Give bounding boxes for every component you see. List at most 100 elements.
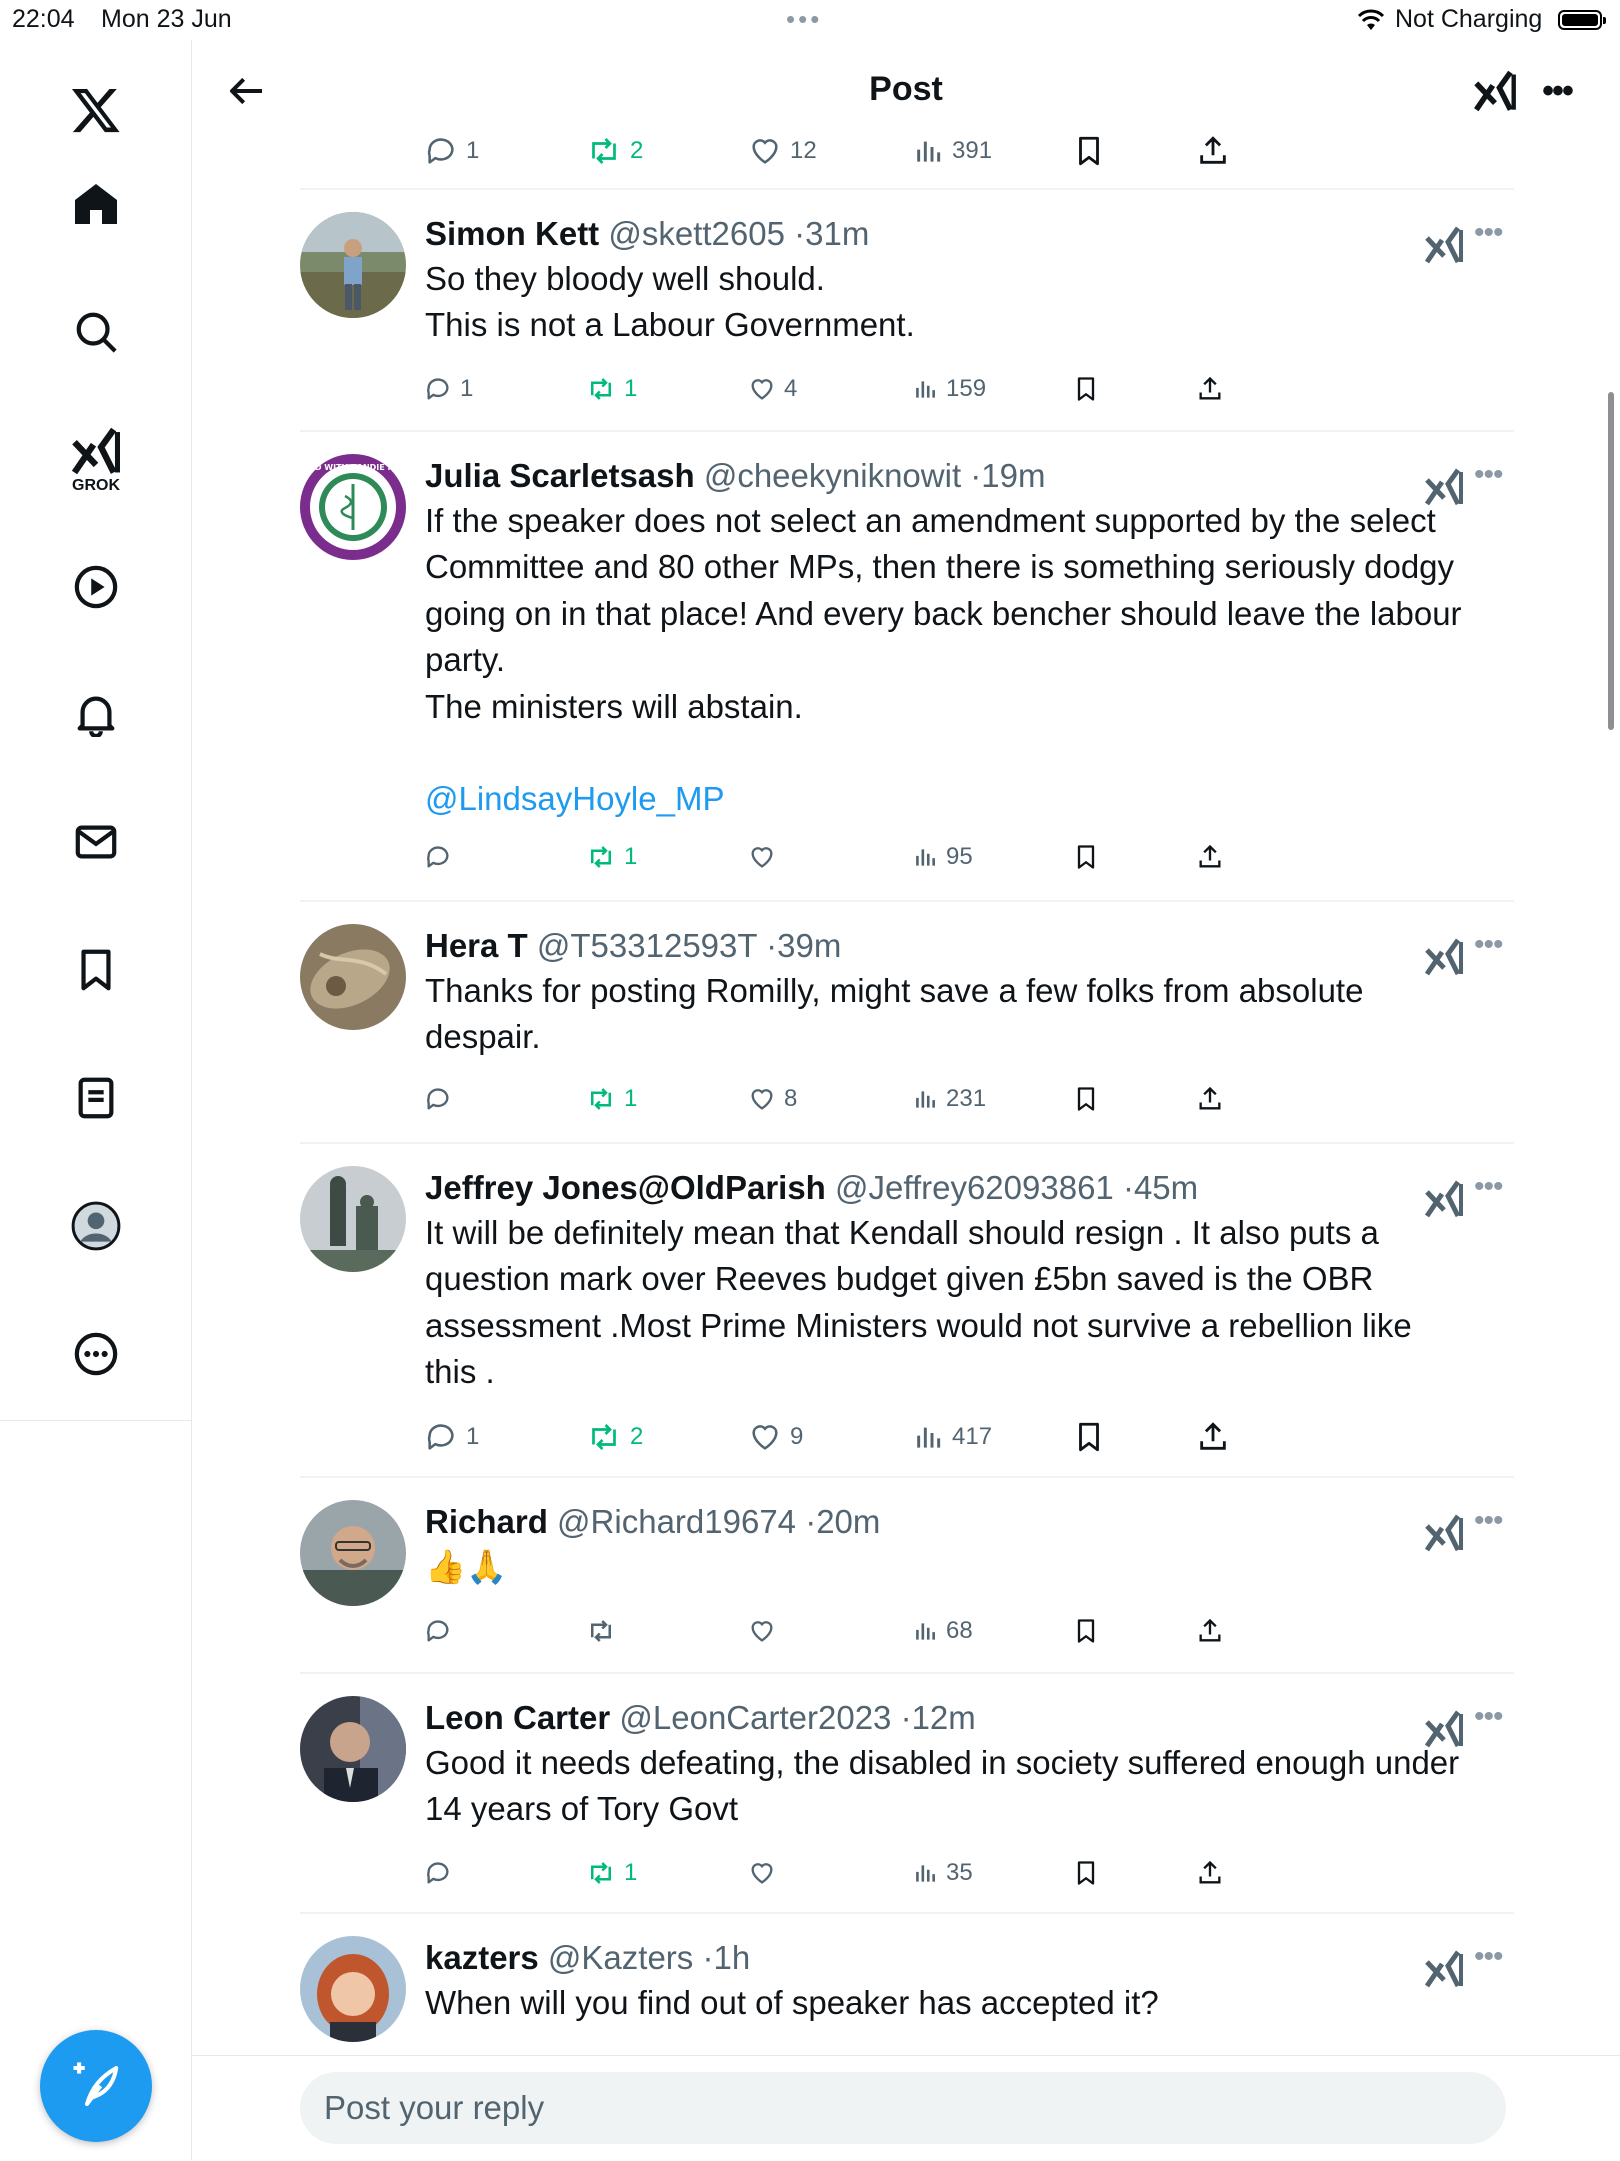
display-name[interactable]: Richard bbox=[425, 1503, 548, 1540]
compose-feather-icon bbox=[73, 2062, 119, 2107]
bookmark-button[interactable] bbox=[1072, 126, 1106, 176]
bookmark-button[interactable] bbox=[1072, 1074, 1100, 1124]
share-button[interactable] bbox=[1196, 364, 1224, 414]
views-button[interactable]: 35 bbox=[912, 1848, 973, 1898]
mention-link[interactable]: @LindsayHoyle_MP bbox=[425, 776, 1505, 822]
avatar[interactable] bbox=[300, 924, 406, 1030]
text-line: Committee and 80 other MPs, then there i… bbox=[425, 548, 1455, 586]
reply-button[interactable] bbox=[424, 832, 460, 882]
more-icon[interactable]: ••• bbox=[1474, 458, 1503, 492]
view-count: 391 bbox=[952, 137, 993, 164]
bookmarks-icon[interactable] bbox=[56, 930, 136, 1010]
display-name[interactable]: Leon Carter bbox=[425, 1699, 610, 1736]
user-handle[interactable]: @Kazters bbox=[548, 1939, 693, 1976]
reply-button[interactable] bbox=[424, 1606, 460, 1656]
bookmark-button[interactable] bbox=[1072, 832, 1100, 882]
like-button[interactable]: 8 bbox=[748, 1074, 797, 1124]
sidebar-divider bbox=[0, 1420, 192, 1421]
share-upload-icon bbox=[1200, 136, 1226, 164]
header-grok-button[interactable] bbox=[1470, 66, 1520, 116]
display-name[interactable]: Jeffrey Jones@OldParish bbox=[425, 1169, 826, 1206]
share-button[interactable] bbox=[1196, 832, 1224, 882]
view-count: 95 bbox=[946, 843, 973, 870]
like-button[interactable] bbox=[748, 832, 784, 882]
repost-button[interactable]: 2 bbox=[586, 126, 643, 176]
views-button[interactable]: 68 bbox=[912, 1606, 973, 1656]
multitasking-dots-icon[interactable]: ••• bbox=[786, 6, 822, 32]
user-handle[interactable]: @Richard19674 bbox=[557, 1503, 796, 1540]
display-name[interactable]: Hera T bbox=[425, 927, 528, 964]
more-icon[interactable]: ••• bbox=[1474, 1170, 1503, 1204]
reply-input[interactable] bbox=[300, 2072, 1506, 2144]
like-button[interactable]: 9 bbox=[748, 1412, 803, 1462]
avatar[interactable]: I STAND WITH SANDIE PEGGIE bbox=[300, 454, 406, 560]
display-name[interactable]: kazters bbox=[425, 1939, 539, 1976]
share-button[interactable] bbox=[1196, 1848, 1224, 1898]
text-line: Good it needs defeating, the disabled in… bbox=[425, 1744, 1460, 1781]
reply-button[interactable]: 1 bbox=[424, 364, 473, 414]
post-time: 20m bbox=[816, 1503, 881, 1540]
scrollbar[interactable] bbox=[1608, 392, 1614, 730]
views-button[interactable]: 159 bbox=[912, 364, 986, 414]
views-button[interactable]: 391 bbox=[912, 126, 992, 176]
grok-nav-item[interactable]: GROK bbox=[56, 416, 136, 506]
user-handle[interactable]: @LeonCarter2023 bbox=[619, 1699, 891, 1736]
reply-button[interactable]: 1 bbox=[424, 126, 479, 176]
views-button[interactable]: 417 bbox=[912, 1412, 992, 1462]
video-play-icon[interactable] bbox=[56, 547, 136, 627]
repost-button[interactable] bbox=[586, 1606, 624, 1656]
like-button[interactable] bbox=[748, 1606, 784, 1656]
share-button[interactable] bbox=[1196, 1412, 1230, 1462]
more-icon[interactable]: ••• bbox=[1474, 216, 1503, 250]
repost-button[interactable]: 1 bbox=[586, 832, 637, 882]
compose-post-button[interactable] bbox=[40, 2030, 152, 2142]
x-logo-icon[interactable] bbox=[56, 70, 136, 150]
bookmark-icon bbox=[1077, 845, 1095, 869]
share-button[interactable] bbox=[1196, 1074, 1224, 1124]
more-icon[interactable]: ••• bbox=[1474, 928, 1503, 962]
profile-avatar-icon[interactable] bbox=[56, 1186, 136, 1266]
repost-button[interactable]: 2 bbox=[586, 1412, 643, 1462]
bookmark-button[interactable] bbox=[1072, 1412, 1106, 1462]
search-icon[interactable] bbox=[56, 292, 136, 372]
avatar[interactable] bbox=[300, 1500, 406, 1606]
more-icon[interactable]: ••• bbox=[1474, 1700, 1503, 1734]
like-button[interactable]: 4 bbox=[748, 364, 797, 414]
views-button[interactable]: 231 bbox=[912, 1074, 986, 1124]
reply-button[interactable] bbox=[424, 1848, 460, 1898]
messages-envelope-icon[interactable] bbox=[56, 802, 136, 882]
reply-post[interactable]: kazters @Kazters ·1h ••• When will you f… bbox=[300, 1936, 1514, 2056]
share-button[interactable] bbox=[1196, 1606, 1224, 1656]
reply-button[interactable] bbox=[424, 1074, 460, 1124]
share-button[interactable] bbox=[1196, 126, 1230, 176]
avatar[interactable] bbox=[300, 212, 406, 318]
display-name[interactable]: Simon Kett bbox=[425, 215, 599, 252]
reply-post[interactable]: I STAND WITH SANDIE PEGGIE Julia Scarlet… bbox=[300, 454, 1514, 834]
bookmark-button[interactable] bbox=[1072, 364, 1100, 414]
user-handle[interactable]: @skett2605 bbox=[608, 215, 785, 252]
lists-icon[interactable] bbox=[56, 1058, 136, 1138]
reply-button[interactable]: 1 bbox=[424, 1412, 479, 1462]
bookmark-button[interactable] bbox=[1072, 1606, 1100, 1656]
more-options-circle-icon[interactable] bbox=[56, 1314, 136, 1394]
more-icon[interactable]: ••• bbox=[1474, 1504, 1503, 1538]
like-button[interactable]: 12 bbox=[748, 126, 817, 176]
repost-button[interactable]: 1 bbox=[586, 1074, 637, 1124]
notifications-bell-icon[interactable] bbox=[56, 674, 136, 754]
repost-button[interactable]: 1 bbox=[586, 1848, 637, 1898]
avatar[interactable] bbox=[300, 1696, 406, 1802]
user-handle[interactable]: @Jeffrey62093861 bbox=[835, 1169, 1114, 1206]
repost-button[interactable]: 1 bbox=[586, 364, 637, 414]
analytics-bars-icon bbox=[916, 381, 935, 398]
more-icon[interactable]: ••• bbox=[1474, 1940, 1503, 1974]
user-handle[interactable]: @cheekyniknowit bbox=[704, 457, 961, 494]
header-more-button[interactable]: ••• bbox=[1532, 66, 1582, 116]
like-button[interactable] bbox=[748, 1848, 784, 1898]
avatar[interactable] bbox=[300, 1936, 406, 2042]
bookmark-button[interactable] bbox=[1072, 1848, 1100, 1898]
avatar[interactable] bbox=[300, 1166, 406, 1272]
user-handle[interactable]: @T53312593T bbox=[537, 927, 757, 964]
views-button[interactable]: 95 bbox=[912, 832, 973, 882]
display-name[interactable]: Julia Scarletsash bbox=[425, 457, 695, 494]
home-icon[interactable] bbox=[56, 164, 136, 244]
